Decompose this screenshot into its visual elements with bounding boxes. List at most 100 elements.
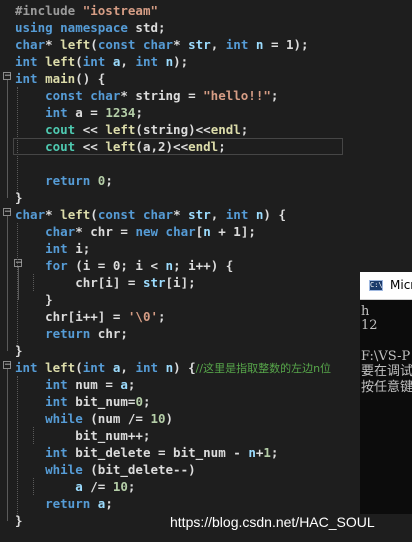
code-token: left xyxy=(105,122,136,137)
code-line[interactable]: while (bit_delete--) xyxy=(15,461,196,478)
code-token: ; xyxy=(270,88,279,103)
code-line[interactable]: int left(int a, int n); xyxy=(15,53,188,70)
code-line[interactable]: while (num /= 10) xyxy=(15,410,173,427)
code-token: 1 xyxy=(263,445,271,460)
console-titlebar[interactable]: C:\ Micr xyxy=(360,272,412,300)
code-token: left xyxy=(45,54,76,69)
code-token: //这里是指取整数的左边n位 xyxy=(195,362,332,375)
code-line[interactable]: } xyxy=(15,512,23,529)
code-token: ; xyxy=(158,309,166,324)
code-token: cout xyxy=(15,122,83,137)
code-token: ( xyxy=(75,360,83,375)
code-line[interactable]: bit_num++; xyxy=(15,427,150,444)
code-token: * string = xyxy=(120,88,204,103)
code-line[interactable]: char* chr = new char[n + 1]; xyxy=(15,223,256,240)
code-line[interactable]: return a; xyxy=(15,495,113,512)
code-token: int xyxy=(15,54,46,69)
code-token: char xyxy=(15,37,46,52)
code-line[interactable]: char* left(const char* str, int n) { xyxy=(15,206,286,223)
code-token: ; xyxy=(105,496,113,511)
code-line[interactable]: int i; xyxy=(15,240,90,257)
code-token: (bit_delete--) xyxy=(90,462,196,477)
code-token: return xyxy=(15,496,98,511)
code-line[interactable]: } xyxy=(15,291,53,308)
code-token: left xyxy=(105,139,136,154)
code-token: (i = 0; i < xyxy=(75,258,166,273)
code-line[interactable]: cout << left(a,2)<<endl; xyxy=(15,138,226,155)
code-token: bit_num++; xyxy=(15,428,151,443)
code-token: () { xyxy=(75,71,106,86)
code-token: ; xyxy=(270,445,279,460)
code-token: num = xyxy=(75,377,121,392)
code-token: int xyxy=(15,241,76,256)
code-token: * xyxy=(45,37,61,52)
code-line[interactable]: a /= 10; xyxy=(15,478,135,495)
code-line[interactable]: int main() { xyxy=(15,70,105,87)
code-line[interactable]: int bit_num=0; xyxy=(15,393,151,410)
code-editor[interactable]: − − − − #include "iostream" using namespa… xyxy=(0,0,412,542)
code-token: , xyxy=(120,54,136,69)
code-token: int xyxy=(225,37,256,52)
code-token: chr[i++] = xyxy=(15,309,128,324)
code-line[interactable]: return 0; xyxy=(15,172,113,189)
code-token: return xyxy=(15,326,98,341)
code-token: int xyxy=(15,360,46,375)
code-token: 0 xyxy=(135,394,143,409)
code-line[interactable]: chr[i] = str[i]; xyxy=(15,274,196,291)
code-line[interactable]: #include "iostream" xyxy=(15,2,158,19)
code-token: using namespace xyxy=(15,20,136,35)
code-token: i; xyxy=(75,241,91,256)
code-token: 10 xyxy=(150,411,166,426)
code-token: int xyxy=(135,54,166,69)
code-token: const char xyxy=(97,207,174,222)
code-token: [i]; xyxy=(165,275,196,290)
code-token: left xyxy=(45,360,76,375)
code-token: n xyxy=(248,445,256,460)
code-token: endl xyxy=(210,122,241,137)
code-token: int xyxy=(82,54,113,69)
code-line[interactable]: cout << left(string)<<endl; xyxy=(15,121,248,138)
code-token: , xyxy=(120,360,136,375)
code-token: ); xyxy=(173,54,189,69)
code-token: = 1); xyxy=(263,37,309,52)
code-line[interactable]: } xyxy=(15,342,23,359)
code-token: endl xyxy=(188,139,219,154)
code-line[interactable]: for (i = 0; i < n; i++) { xyxy=(15,257,233,274)
code-token: char xyxy=(15,224,76,239)
code-line[interactable]: using namespace std; xyxy=(15,19,166,36)
code-token: "hello!!" xyxy=(203,88,271,103)
fold-guide-main xyxy=(7,80,8,198)
fold-toggle-left-int[interactable]: − xyxy=(3,361,12,370)
code-line[interactable]: chr[i++] = '\0'; xyxy=(15,308,166,325)
code-token: ; xyxy=(127,377,136,392)
code-token: ; xyxy=(135,105,143,120)
fold-toggle-left-str[interactable]: − xyxy=(3,208,12,217)
console-window[interactable]: C:\ Micr h 12 F:\VS-P 要在调试 按任意键 xyxy=(360,272,412,514)
code-line[interactable]: int num = a; xyxy=(15,376,135,393)
code-token: str xyxy=(188,37,211,52)
console-title: Micr xyxy=(390,278,412,292)
code-line[interactable]: int left(int a, int n) {//这里是指取整数的左边n位 xyxy=(15,359,331,376)
code-token: int xyxy=(15,71,46,86)
console-line: 按任意键 xyxy=(361,380,412,395)
code-token: int xyxy=(15,394,76,409)
code-token: a xyxy=(120,377,128,392)
code-line[interactable]: const char* string = "hello!!"; xyxy=(15,87,278,104)
code-line[interactable]: int a = 1234; xyxy=(15,104,143,121)
code-line[interactable]: } xyxy=(15,189,23,206)
code-token: , xyxy=(210,207,226,222)
code-line[interactable]: int bit_delete = bit_num - n+1; xyxy=(15,444,278,461)
fold-toggle-main[interactable]: − xyxy=(3,72,12,81)
fold-guide-left-int xyxy=(7,369,8,521)
code-line[interactable]: return chr; xyxy=(15,325,128,342)
code-token: ; xyxy=(142,394,151,409)
code-line[interactable]: char* left(const char* str, int n = 1); xyxy=(15,36,309,53)
code-token: (a,2)<< xyxy=(135,139,189,154)
code-token: } xyxy=(15,343,23,358)
code-token: n xyxy=(165,258,174,273)
console-line: 要在调试 xyxy=(361,364,412,379)
code-token: '\0' xyxy=(127,309,158,324)
code-token: int xyxy=(135,360,166,375)
code-token: bit_num= xyxy=(75,394,136,409)
watermark: https://blog.csdn.net/HAC_SOUL xyxy=(170,514,375,530)
